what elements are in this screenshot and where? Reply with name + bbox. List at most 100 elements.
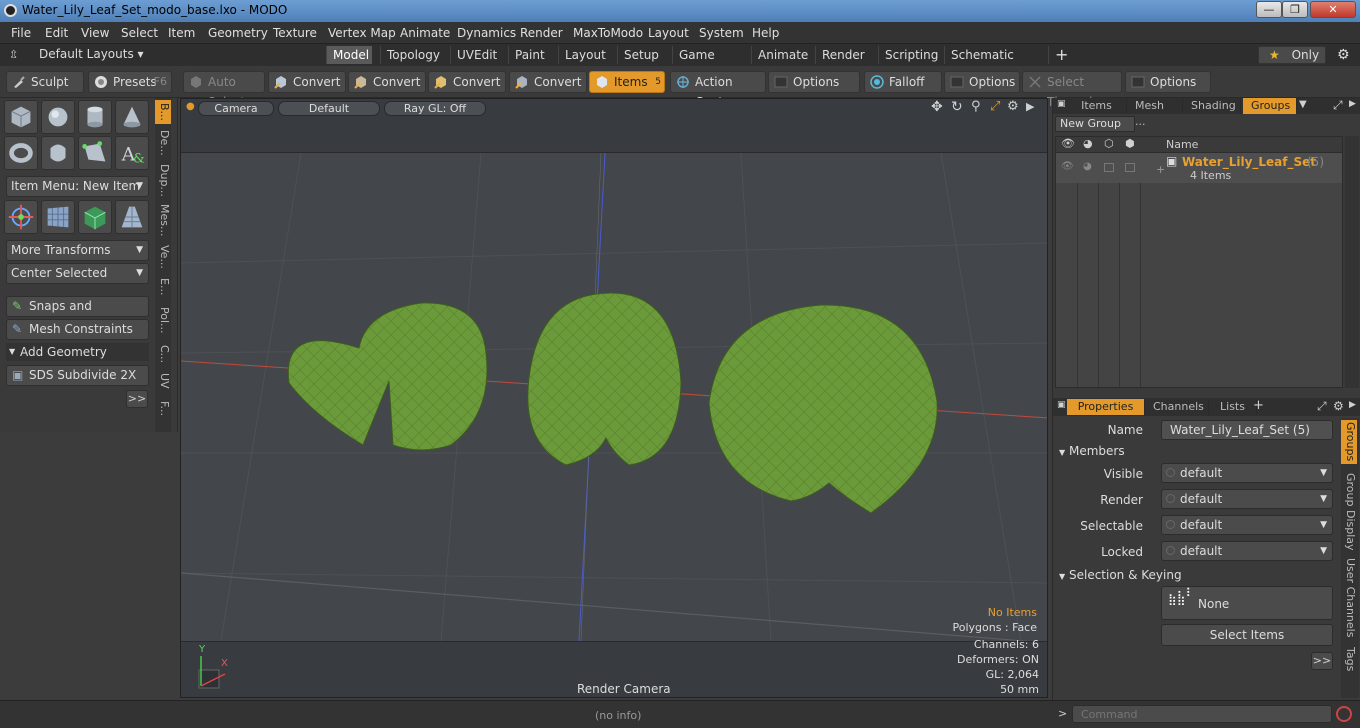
menu-file[interactable]: File [11, 26, 31, 40]
items-mode-button[interactable]: Items 5 [589, 71, 665, 93]
tab-groups[interactable]: Groups [1243, 98, 1297, 114]
vtab-curve[interactable]: C... [155, 342, 171, 366]
mesh-constraints-button[interactable]: ✎ Mesh Constraints [6, 319, 149, 340]
vtab-polygon[interactable]: Pol... [155, 302, 171, 338]
tab-channels[interactable]: Channels [1145, 399, 1209, 415]
new-group-button[interactable]: New Group [1055, 116, 1135, 132]
properties-expand-button[interactable]: >> [1311, 652, 1333, 670]
vtab-duplicate[interactable]: Dup... [155, 162, 171, 198]
raygl-toggle[interactable]: Ray GL: Off [384, 101, 486, 116]
menu-animate[interactable]: Animate [400, 26, 450, 40]
vtab-user-channels[interactable]: User Channels [1341, 558, 1357, 638]
tab-items[interactable]: Items [1067, 98, 1127, 114]
menu-maxtomodo[interactable]: MaxToModo [573, 26, 643, 40]
default-layouts-dropdown[interactable]: Default Layouts ▾ [39, 47, 144, 61]
tab-menu-chevron-icon[interactable]: ▼ [1299, 99, 1307, 110]
selectable-dropdown[interactable]: default ▼ [1161, 515, 1333, 535]
tab-properties[interactable]: Properties [1067, 399, 1145, 415]
tab-paint[interactable]: Paint [508, 46, 552, 64]
falloff-button[interactable]: Falloff [864, 71, 942, 93]
menu-help[interactable]: Help [752, 26, 779, 40]
minimize-button[interactable]: — [1256, 1, 1282, 18]
vtab-uv[interactable]: UV [155, 370, 171, 392]
panel-expand-icon[interactable]: ⤢ [1333, 98, 1343, 113]
members-section[interactable]: ▼ Members [1059, 444, 1125, 458]
tab-mesh-ops[interactable]: Mesh ... [1127, 98, 1183, 128]
visible-dropdown[interactable]: default ▼ [1161, 463, 1333, 483]
auto-select-button[interactable]: Auto Select [183, 71, 265, 109]
tab-render[interactable]: Render [815, 46, 867, 64]
vtab-fusion[interactable]: F... [155, 396, 171, 422]
convert-polygons-button[interactable]: Convert [428, 71, 506, 93]
command-input[interactable] [1072, 705, 1332, 723]
convert-vertices-button[interactable]: Convert [268, 71, 346, 93]
menu-texture[interactable]: Texture [273, 26, 317, 40]
tab-lists[interactable]: Lists [1209, 399, 1257, 415]
vtab-groups[interactable]: Groups [1341, 420, 1357, 464]
more-transforms-dropdown[interactable]: More Transforms ▼ [6, 240, 149, 261]
tab-scripting[interactable]: Scripting [878, 46, 940, 64]
vtab-vertex[interactable]: Ve... [155, 242, 171, 272]
grid-tool[interactable] [41, 200, 75, 234]
tab-uvedit[interactable]: UVEdit [450, 46, 506, 64]
menu-select[interactable]: Select [121, 26, 158, 40]
sculpt-button[interactable]: Sculpt [6, 71, 84, 93]
vtab-edge[interactable]: E... [155, 276, 171, 298]
vtab-group-display[interactable]: Group Display [1341, 472, 1357, 552]
sphere-tool[interactable] [41, 100, 75, 134]
row-selectable-checkbox[interactable] [1104, 163, 1114, 172]
select-items-button[interactable]: Select Items [1161, 624, 1333, 646]
expand-plus-icon[interactable]: + [1156, 163, 1165, 176]
plane-tool[interactable] [115, 200, 149, 234]
vtab-basic[interactable]: B... [155, 100, 171, 124]
group-list-scrollbar[interactable] [1345, 136, 1359, 388]
presets-button[interactable]: Presets F6 [88, 71, 172, 93]
layout-arrow-icon[interactable]: ⇫ [9, 48, 18, 61]
action-center-options-button[interactable]: Options [768, 71, 860, 93]
tab-shading[interactable]: Shading [1183, 98, 1241, 114]
uv-tool[interactable] [78, 200, 112, 234]
tab-game-tools[interactable]: Game Tools [672, 46, 746, 80]
maximize-view-icon[interactable]: ⤢ [990, 99, 1000, 114]
menu-view[interactable]: View [81, 26, 109, 40]
tab-topology[interactable]: Topology [380, 46, 442, 64]
row-visibility-icon[interactable]: 👁 [1061, 161, 1074, 172]
select-through-options-button[interactable]: Options [1125, 71, 1211, 93]
text-tool[interactable]: A & [115, 136, 149, 170]
panel-expand-icon[interactable]: ⤢ [1317, 399, 1327, 414]
tab-schematic-fusion[interactable]: Schematic Fusion [944, 46, 1046, 80]
viewport-gear-icon[interactable]: ⚙ [1007, 99, 1019, 114]
row-locked-checkbox[interactable] [1125, 163, 1135, 172]
name-column-header[interactable]: Name [1166, 138, 1198, 151]
zoom-icon[interactable]: ⚲ [971, 99, 981, 114]
panel-arrow-icon[interactable]: ▶ [1349, 99, 1356, 109]
add-layout-tab-button[interactable]: + [1048, 46, 1072, 64]
convert-items-button[interactable]: Convert [509, 71, 587, 93]
tab-layout[interactable]: Layout [558, 46, 610, 64]
vtab-deform[interactable]: De... [155, 128, 171, 158]
panel-arrow-icon[interactable]: ▶ [1349, 400, 1356, 410]
sds-subdivide-button[interactable]: ▣ SDS Subdivide 2X [6, 365, 149, 386]
menu-layout[interactable]: Layout [648, 26, 689, 40]
viewport-scene[interactable] [181, 153, 1048, 641]
menu-edit[interactable]: Edit [45, 26, 68, 40]
viewport-menu-arrow-icon[interactable]: ▶ [1026, 100, 1034, 113]
locked-dropdown[interactable]: default ▼ [1161, 541, 1333, 561]
rotate-icon[interactable]: ↻ [951, 99, 963, 115]
maximize-button[interactable]: ❐ [1282, 1, 1308, 18]
pen-tool[interactable] [78, 136, 112, 170]
vtab-mesh-edit[interactable]: Mes... [155, 202, 171, 238]
pan-icon[interactable]: ✥ [931, 99, 943, 115]
convert-edges-button[interactable]: Convert [348, 71, 426, 93]
menu-render[interactable]: Render [520, 26, 563, 40]
transform-tool[interactable] [4, 200, 38, 234]
menu-system[interactable]: System [699, 26, 744, 40]
action-center-button[interactable]: Action Center [670, 71, 766, 109]
visibility-eye-icon[interactable]: 👁 [1061, 137, 1075, 150]
locked-icon[interactable]: ⬢ [1125, 137, 1135, 150]
tab-setup[interactable]: Setup [617, 46, 663, 64]
close-button[interactable]: ✕ [1310, 1, 1356, 18]
item-menu-dropdown[interactable]: Item Menu: New Item ▼ [6, 176, 149, 197]
record-icon[interactable] [1336, 706, 1352, 722]
select-through-button[interactable]: Select Through [1022, 71, 1122, 109]
